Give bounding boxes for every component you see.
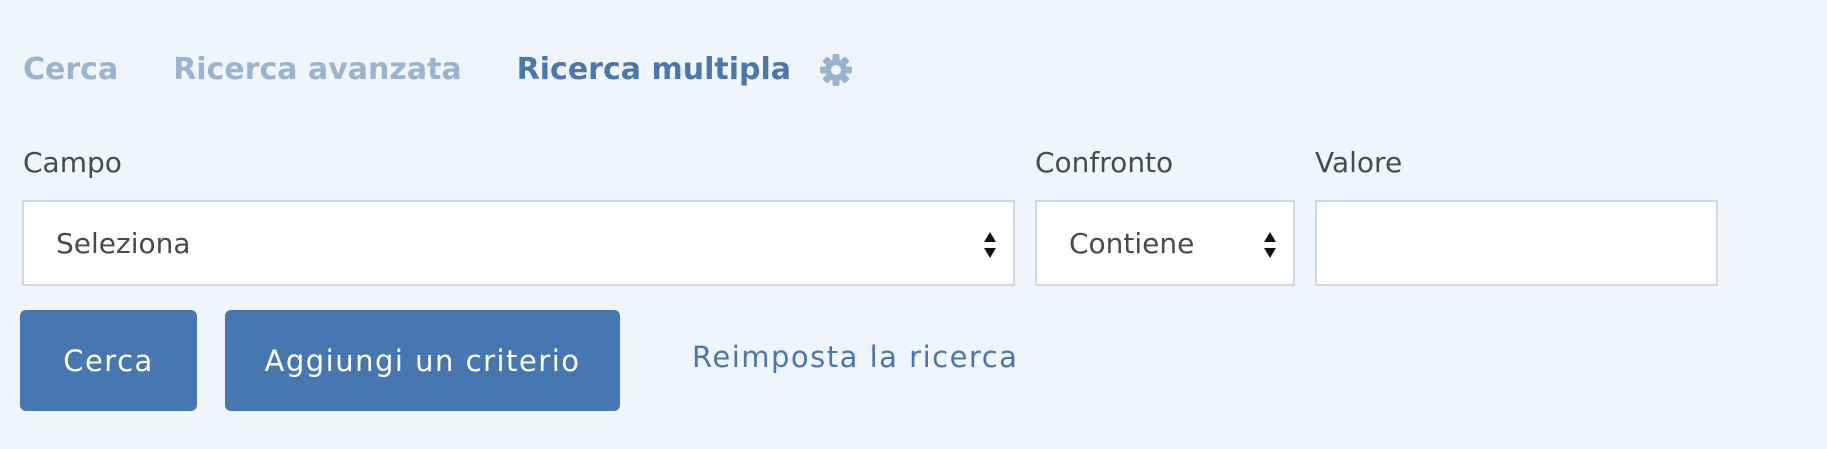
campo-selected-value: Seleziona bbox=[56, 226, 191, 260]
campo-label: Campo bbox=[23, 146, 122, 179]
valore-input[interactable] bbox=[1315, 200, 1718, 286]
campo-select[interactable]: Seleziona bbox=[22, 200, 1015, 286]
add-criterion-button[interactable]: Aggiungi un criterio bbox=[225, 310, 620, 411]
tab-ricerca-avanzata[interactable]: Ricerca avanzata bbox=[173, 52, 461, 87]
confronto-select[interactable]: Contiene bbox=[1035, 200, 1295, 286]
select-arrows-icon bbox=[984, 232, 996, 258]
tab-cerca[interactable]: Cerca bbox=[23, 52, 118, 87]
valore-label: Valore bbox=[1315, 146, 1403, 179]
gear-icon[interactable] bbox=[818, 52, 854, 88]
reset-search-link[interactable]: Reimposta la ricerca bbox=[692, 340, 1018, 374]
confronto-selected-value: Contiene bbox=[1069, 226, 1195, 260]
tab-ricerca-multipla[interactable]: Ricerca multipla bbox=[517, 52, 791, 87]
confronto-label: Confronto bbox=[1035, 146, 1174, 179]
select-arrows-icon bbox=[1264, 232, 1276, 258]
search-tabs: Cerca Ricerca avanzata Ricerca multipla bbox=[23, 49, 791, 89]
search-button[interactable]: Cerca bbox=[20, 310, 197, 411]
